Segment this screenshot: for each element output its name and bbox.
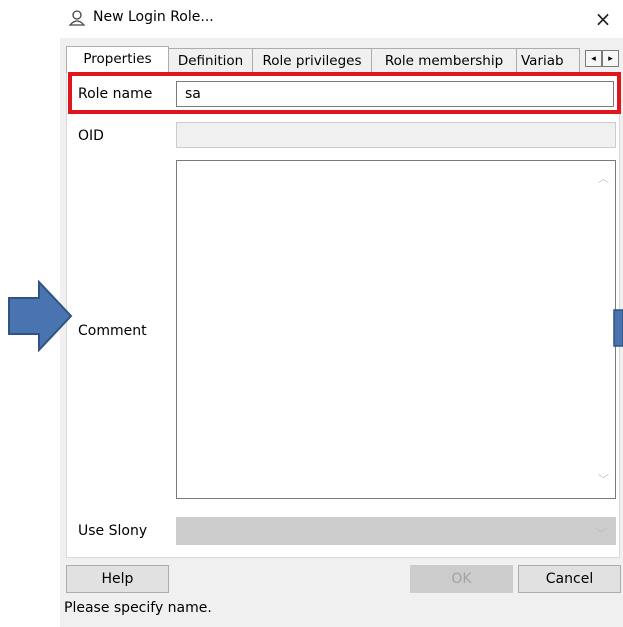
tab-scroll-left-button[interactable]: ◂ (585, 50, 602, 67)
chevron-down-icon: ﹀ (594, 527, 607, 541)
oid-label: OID (78, 128, 104, 144)
tab-variables[interactable]: Variab (516, 48, 580, 72)
arrow-right-icon (8, 280, 73, 352)
tab-properties[interactable]: Properties (66, 46, 169, 73)
use-slony-label: Use Slony (78, 523, 148, 539)
role-name-label: Role name (78, 86, 153, 102)
help-button[interactable]: Help (66, 565, 169, 593)
tab-role-privileges[interactable]: Role privileges (252, 48, 372, 72)
tab-scroll-right-button[interactable]: ▸ (602, 50, 619, 67)
tab-definition[interactable]: Definition (168, 48, 253, 72)
tab-role-membership[interactable]: Role membership (371, 48, 517, 72)
user-icon (68, 10, 86, 26)
use-slony-select: ﹀ (176, 517, 616, 545)
chevron-down-icon[interactable]: ﹀ (598, 468, 609, 492)
close-button[interactable]: × (583, 0, 623, 38)
cancel-button[interactable]: Cancel (518, 565, 621, 593)
role-name-input[interactable]: sa (176, 81, 614, 107)
dialog-body: Properties Definition Role privileges Ro… (60, 38, 623, 627)
title-bar: New Login Role... × (60, 0, 623, 38)
window-title: New Login Role... (93, 9, 214, 25)
ok-button: OK (410, 565, 513, 593)
status-bar-text: Please specify name. (64, 600, 212, 616)
oid-input (176, 122, 616, 148)
comment-label: Comment (78, 323, 147, 339)
chevron-up-icon[interactable]: ︿ (598, 167, 609, 191)
comment-textarea[interactable]: ︿ ﹀ (176, 160, 616, 499)
arrow-right-icon (613, 309, 623, 347)
